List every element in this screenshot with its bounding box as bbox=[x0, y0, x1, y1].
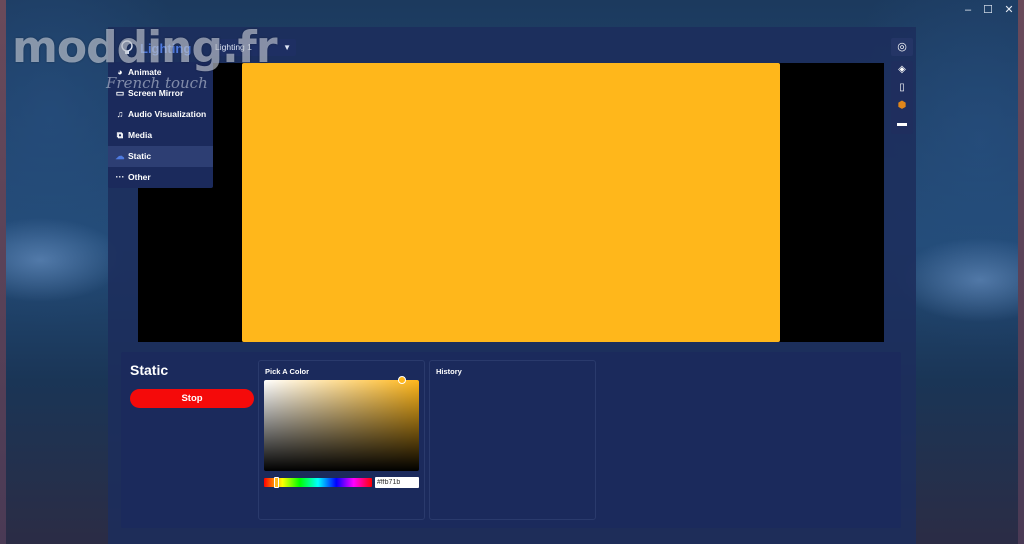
saturation-value-picker[interactable] bbox=[264, 380, 419, 471]
page-title: Lighting bbox=[140, 41, 192, 56]
background-edge-left bbox=[0, 0, 6, 544]
layers-icon[interactable]: ◈ bbox=[891, 62, 913, 78]
menu-item-label: Other bbox=[128, 172, 151, 182]
hex-color-input[interactable] bbox=[375, 477, 419, 488]
hue-slider-handle[interactable] bbox=[274, 477, 279, 488]
palette-icon: ◕ bbox=[117, 67, 123, 77]
history-card: History bbox=[429, 360, 596, 520]
music-icon: ♫ bbox=[116, 109, 124, 119]
background-edge-right bbox=[1018, 0, 1024, 544]
menu-item-other[interactable]: ··· Other bbox=[108, 167, 213, 188]
menu-item-static[interactable]: ☁ Static bbox=[108, 146, 213, 167]
monitor-icon: ▭ bbox=[115, 88, 125, 98]
hub-icon[interactable]: ⬢ bbox=[891, 98, 913, 114]
menu-item-label: Media bbox=[128, 130, 153, 140]
preview-color-area bbox=[242, 63, 780, 342]
bulb-icon bbox=[121, 40, 133, 54]
pick-color-title: Pick A Color bbox=[265, 367, 310, 376]
close-button[interactable]: ✕ bbox=[998, 2, 1020, 18]
fingerprint-icon[interactable]: ◎ bbox=[891, 38, 913, 56]
device-toolbar: ◈ ▯ ⬢ ▬ bbox=[891, 61, 913, 134]
effect-menu: ◕ Animate ▭ Screen Mirror ♫ Audio Visual… bbox=[108, 62, 213, 188]
minimize-button[interactable]: – bbox=[957, 2, 979, 18]
menu-item-screen-mirror[interactable]: ▭ Screen Mirror bbox=[108, 83, 213, 104]
device-icon[interactable]: ▯ bbox=[891, 80, 913, 96]
static-icon: ☁ bbox=[115, 151, 125, 161]
menu-item-label: Static bbox=[128, 151, 152, 161]
profile-select[interactable]: Lighting 1 ▼ bbox=[211, 39, 296, 56]
media-icon: ⧉ bbox=[116, 130, 124, 140]
menu-item-label: Screen Mirror bbox=[128, 88, 184, 98]
strip-icon[interactable]: ▬ bbox=[891, 116, 913, 132]
profile-select-value: Lighting 1 bbox=[215, 42, 252, 52]
menu-item-animate[interactable]: ◕ Animate bbox=[108, 62, 213, 83]
menu-item-label: Animate bbox=[128, 67, 162, 77]
more-icon: ··· bbox=[115, 172, 125, 182]
menu-item-label: Audio Visualization bbox=[128, 109, 207, 119]
window-titlebar: – ☐ ✕ bbox=[0, 0, 1024, 22]
stop-button[interactable]: Stop bbox=[130, 389, 254, 408]
color-picker-handle[interactable] bbox=[398, 376, 406, 384]
maximize-button[interactable]: ☐ bbox=[977, 2, 999, 18]
effect-title: Static bbox=[130, 362, 169, 378]
chevron-down-icon: ▼ bbox=[283, 43, 291, 52]
hue-slider[interactable] bbox=[264, 478, 372, 487]
history-title: History bbox=[436, 367, 462, 376]
menu-item-audio-visualization[interactable]: ♫ Audio Visualization bbox=[108, 104, 213, 125]
menu-item-media[interactable]: ⧉ Media bbox=[108, 125, 213, 146]
